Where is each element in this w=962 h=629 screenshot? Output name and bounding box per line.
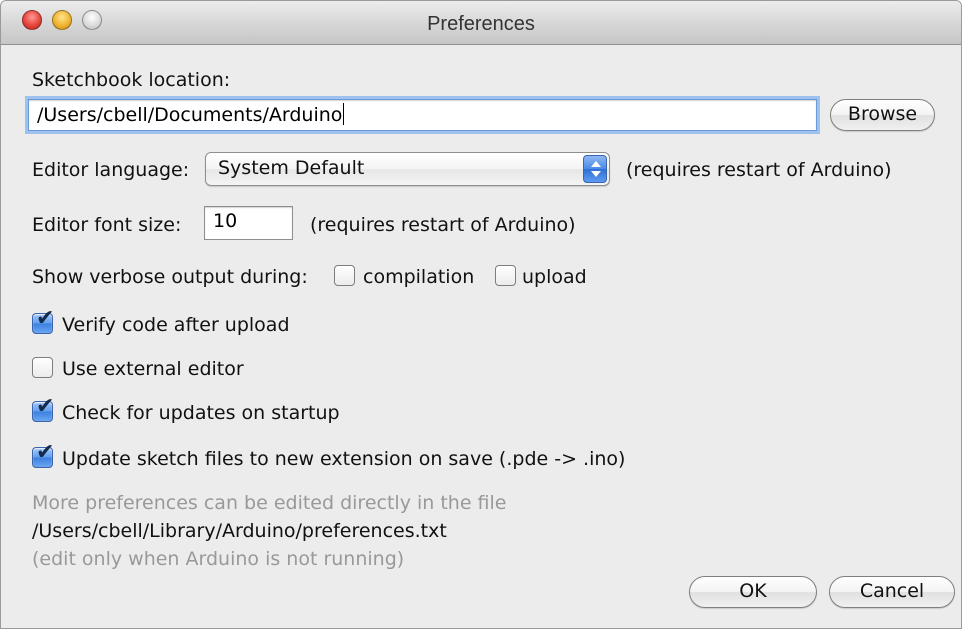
upload-checkbox[interactable] bbox=[495, 265, 516, 286]
cancel-button[interactable]: Cancel bbox=[829, 576, 955, 608]
check-updates-checkbox[interactable]: ✔ bbox=[32, 396, 54, 422]
check-icon: ✔ bbox=[36, 306, 55, 331]
editor-language-note: (requires restart of Arduino) bbox=[626, 159, 892, 181]
edit-note-text: (edit only when Arduino is not running) bbox=[32, 548, 405, 570]
sketchbook-location-input[interactable]: /Users/cbell/Documents/Arduino bbox=[28, 99, 817, 131]
editor-language-selected: System Default bbox=[218, 157, 365, 179]
check-updates-label: Check for updates on startup bbox=[62, 402, 340, 424]
external-editor-label: Use external editor bbox=[62, 358, 244, 380]
editor-font-size-input[interactable]: 10 bbox=[204, 206, 293, 240]
external-editor-checkbox[interactable] bbox=[32, 357, 53, 378]
editor-font-size-note: (requires restart of Arduino) bbox=[310, 214, 576, 236]
editor-language-select[interactable]: System Default bbox=[205, 152, 610, 186]
title-bar: Preferences bbox=[1, 1, 961, 45]
sketchbook-location-label: Sketchbook location: bbox=[32, 69, 231, 91]
editor-font-size-label: Editor font size: bbox=[32, 214, 182, 236]
window-title: Preferences bbox=[427, 13, 535, 35]
upload-label: upload bbox=[522, 266, 587, 288]
verify-code-checkbox[interactable]: ✔ bbox=[32, 308, 54, 334]
preferences-file-path: /Users/cbell/Library/Arduino/preferences… bbox=[32, 520, 447, 542]
update-extension-checkbox[interactable]: ✔ bbox=[32, 442, 54, 468]
preferences-window: Preferences Sketchbook location: /Users/… bbox=[0, 0, 962, 629]
ok-button[interactable]: OK bbox=[689, 576, 817, 608]
browse-button[interactable]: Browse bbox=[830, 99, 935, 131]
check-icon: ✔ bbox=[36, 394, 55, 419]
more-preferences-text: More preferences can be edited directly … bbox=[32, 492, 507, 514]
sketchbook-location-value: /Users/cbell/Documents/Arduino bbox=[37, 104, 343, 126]
update-extension-label: Update sketch files to new extension on … bbox=[62, 448, 626, 470]
compilation-label: compilation bbox=[363, 266, 475, 288]
compilation-checkbox[interactable] bbox=[334, 265, 355, 286]
verbose-output-label: Show verbose output during: bbox=[32, 266, 308, 288]
text-caret bbox=[343, 103, 345, 125]
check-icon: ✔ bbox=[36, 440, 55, 465]
editor-language-label: Editor language: bbox=[32, 159, 190, 181]
updown-arrows-icon bbox=[583, 155, 607, 183]
verify-code-label: Verify code after upload bbox=[62, 314, 290, 336]
